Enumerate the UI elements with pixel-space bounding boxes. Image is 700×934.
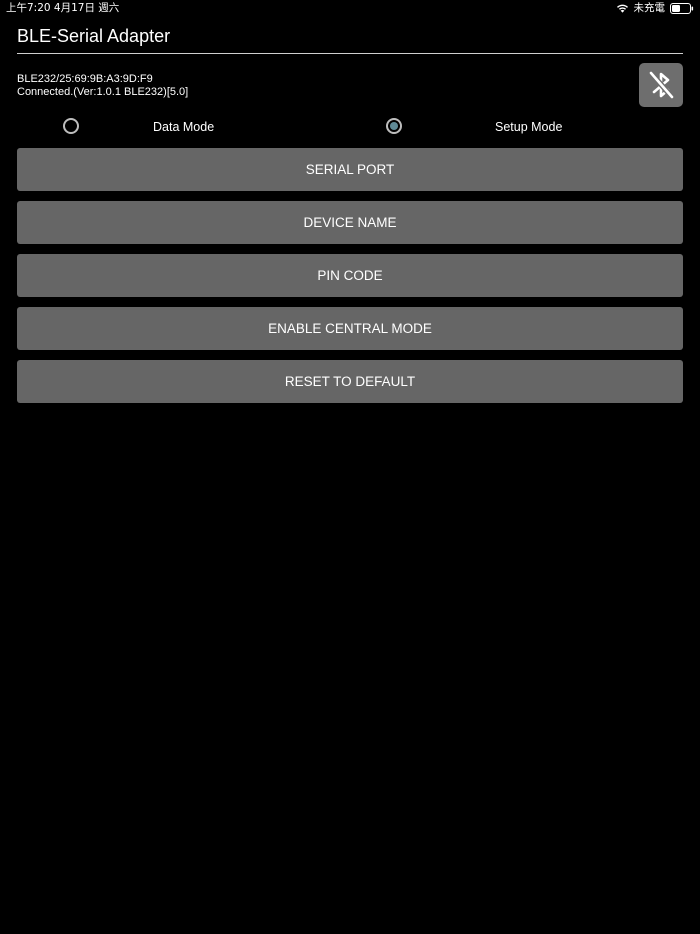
- battery-icon: [670, 2, 694, 14]
- data-mode-label[interactable]: Data Mode: [153, 120, 214, 135]
- device-info: BLE232/25:69:9B:A3:9D:F9 Connected.(Ver:…: [17, 73, 188, 99]
- app-title: BLE-Serial Adapter: [17, 26, 171, 46]
- setup-mode-radio[interactable]: [386, 118, 402, 134]
- charging-status: 未充電: [633, 2, 666, 14]
- wifi-icon: [616, 3, 629, 13]
- status-right-group: 未充電: [616, 0, 695, 16]
- data-mode-radio[interactable]: [63, 118, 79, 134]
- bluetooth-toggle-button[interactable]: [639, 63, 683, 107]
- status-bar: 上午7:20 4月17日 週六 未充電: [0, 0, 700, 16]
- status-time-date: 上午7:20 4月17日 週六: [6, 2, 120, 14]
- title-divider: [17, 53, 683, 54]
- pin-code-button[interactable]: PIN CODE: [17, 254, 683, 297]
- enable-central-mode-button[interactable]: ENABLE CENTRAL MODE: [17, 307, 683, 350]
- setup-mode-label[interactable]: Setup Mode: [495, 120, 562, 135]
- device-name-button[interactable]: DEVICE NAME: [17, 201, 683, 244]
- reset-to-default-button[interactable]: RESET TO DEFAULT: [17, 360, 683, 403]
- serial-port-button[interactable]: SERIAL PORT: [17, 148, 683, 191]
- bluetooth-disabled-icon: [639, 63, 683, 107]
- connection-status: Connected.(Ver:1.0.1 BLE232)[5.0]: [17, 86, 189, 98]
- device-address: BLE232/25:69:9B:A3:9D:F9: [17, 73, 153, 85]
